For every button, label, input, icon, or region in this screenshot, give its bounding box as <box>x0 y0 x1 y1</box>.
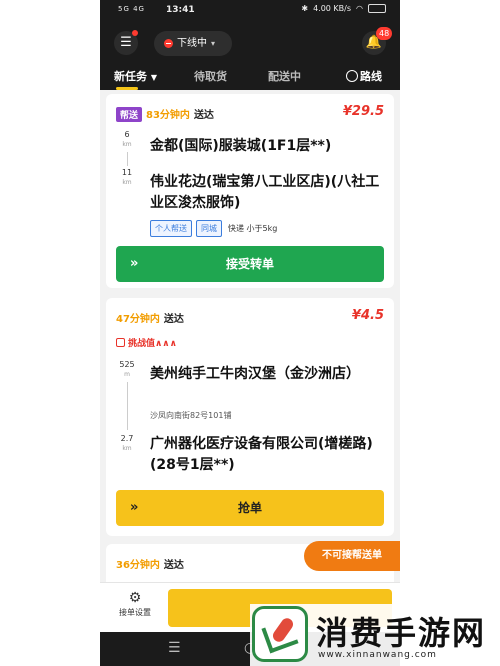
network-speed: 4.00 KB/s <box>313 4 352 13</box>
pickup-address: 金都(国际)服装城(1F1层**) <box>150 138 332 154</box>
bluetooth-icon: ✱ <box>301 4 309 13</box>
distance-unit: km <box>122 179 132 186</box>
double-chevron-right-icon: » <box>130 500 139 515</box>
status-bar: 5G 4G 13:41 ✱ 4.00 KB/s ◠ <box>100 0 400 22</box>
distance-unit: m <box>124 371 130 378</box>
help-send-tag: 帮送 <box>116 107 143 122</box>
task-tabs: 新任务 ▼ 待取货 配送中 路线 <box>100 64 400 90</box>
order-settings-button[interactable]: ⚙ 接单设置 <box>112 589 158 618</box>
chevron-down-icon: ▾ <box>211 39 216 48</box>
menu-notification-dot <box>132 30 138 36</box>
button-label: 抢单 <box>237 501 262 515</box>
watermark-logo-icon <box>252 606 308 662</box>
notification-count-badge: 48 <box>376 27 393 40</box>
delivery-time: 帮送 83分钟内 送达 <box>116 106 214 122</box>
time-limit: 47分钟内 <box>116 314 160 325</box>
watermark: 消费手游网 www.xinnanwang.com <box>250 604 500 666</box>
battery-icon <box>368 4 386 13</box>
tab-to-pickup[interactable]: 待取货 <box>194 68 227 84</box>
order-price: ¥4.5 <box>351 308 384 323</box>
tag-personal-help: 个人帮送 <box>150 220 192 237</box>
top-header: 5G 4G 13:41 ✱ 4.00 KB/s ◠ ☰ 下线中 ▾ 🔔 48 新… <box>100 0 400 90</box>
order-card[interactable]: 帮送 83分钟内 送达 ¥29.5 6 km 11 km 金都(国际)服装城(1F1层*… <box>106 94 394 288</box>
pickup-street: 沙凤向南街82号101铺 <box>150 411 232 420</box>
pickup-address: 美州纯手工牛肉汉堡（金沙洲店） <box>150 366 360 382</box>
deliver-label: 送达 <box>193 110 214 121</box>
challenge-label: 挑战值∧∧∧ <box>128 339 177 349</box>
deliver-label: 送达 <box>163 314 184 325</box>
distance-value: 6 <box>124 130 130 139</box>
tab-label: 路线 <box>360 70 382 83</box>
order-tags: 个人帮送 同城 快递 小于5kg <box>150 220 279 237</box>
time-limit: 83分钟内 <box>146 110 190 121</box>
distance-unit: km <box>122 141 132 148</box>
pickup-distance: 525 m <box>118 360 136 380</box>
order-price: ¥29.5 <box>342 104 384 119</box>
route-icon <box>346 70 358 82</box>
drop-address: 伟业花边(瑞宝第八工业区店)(八社工业区浚杰服饰) <box>150 174 380 211</box>
button-label: 接受转单 <box>225 257 274 271</box>
double-chevron-right-icon: » <box>130 256 139 271</box>
online-status-label: 下线中 <box>177 38 207 49</box>
tab-route[interactable]: 路线 <box>346 68 382 84</box>
drop-distance: 11 km <box>118 168 136 188</box>
tab-label: 新任务 <box>114 70 147 83</box>
cannot-accept-help-badge[interactable]: 不可接帮送单 <box>304 541 400 571</box>
recent-apps-icon[interactable]: ☰ <box>168 640 181 656</box>
challenge-icon <box>116 338 125 347</box>
online-status-dropdown[interactable]: 下线中 ▾ <box>154 31 232 56</box>
drop-distance: 2.7 km <box>118 434 136 454</box>
active-tab-indicator <box>116 87 138 90</box>
filter-icon: ▼ <box>150 73 157 82</box>
deliver-label: 送达 <box>163 560 184 571</box>
distance-value: 525 <box>119 360 135 369</box>
clock: 13:41 <box>166 5 195 15</box>
challenge-value: 挑战值∧∧∧ <box>116 336 177 349</box>
status-icons: ✱ 4.00 KB/s ◠ <box>301 4 386 13</box>
sliders-icon: ⚙ <box>128 590 142 606</box>
tab-new-tasks[interactable]: 新任务 ▼ <box>114 68 157 84</box>
tab-delivering[interactable]: 配送中 <box>268 68 301 84</box>
time-limit: 36分钟内 <box>116 560 160 571</box>
drop-address: 广州器化医疗设备有限公司(增槎路)(28号1层**) <box>150 436 373 473</box>
phone-screen: 5G 4G 13:41 ✱ 4.00 KB/s ◠ ☰ 下线中 ▾ 🔔 48 新… <box>100 0 400 666</box>
offline-icon <box>164 39 173 48</box>
delivery-time: 36分钟内 送达 <box>116 556 184 571</box>
signal-text: 5G 4G <box>118 5 145 13</box>
delivery-time: 47分钟内 送达 <box>116 310 184 325</box>
menu-icon: ☰ <box>120 35 132 50</box>
watermark-title: 消费手游网 <box>316 614 487 652</box>
tag-same-city: 同城 <box>196 220 222 237</box>
grab-order-button[interactable]: » 抢单 <box>116 490 384 526</box>
distance-unit: km <box>122 445 132 452</box>
watermark-url: www.xinnanwang.com <box>318 650 437 660</box>
tag-express-weight: 快递 小于5kg <box>228 224 278 233</box>
distance-value: 11 <box>121 168 133 177</box>
accept-transfer-button[interactable]: » 接受转单 <box>116 246 384 282</box>
wifi-icon: ◠ <box>356 4 363 13</box>
route-line <box>127 152 128 166</box>
pickup-distance: 6 km <box>118 130 136 150</box>
route-line <box>127 382 128 430</box>
settings-label: 接单设置 <box>119 608 151 617</box>
distance-value: 2.7 <box>120 434 134 443</box>
order-card[interactable]: 47分钟内 送达 ¥4.5 挑战值∧∧∧ 525 m 2.7 km 美州纯手工牛肉汉堡… <box>106 298 394 536</box>
